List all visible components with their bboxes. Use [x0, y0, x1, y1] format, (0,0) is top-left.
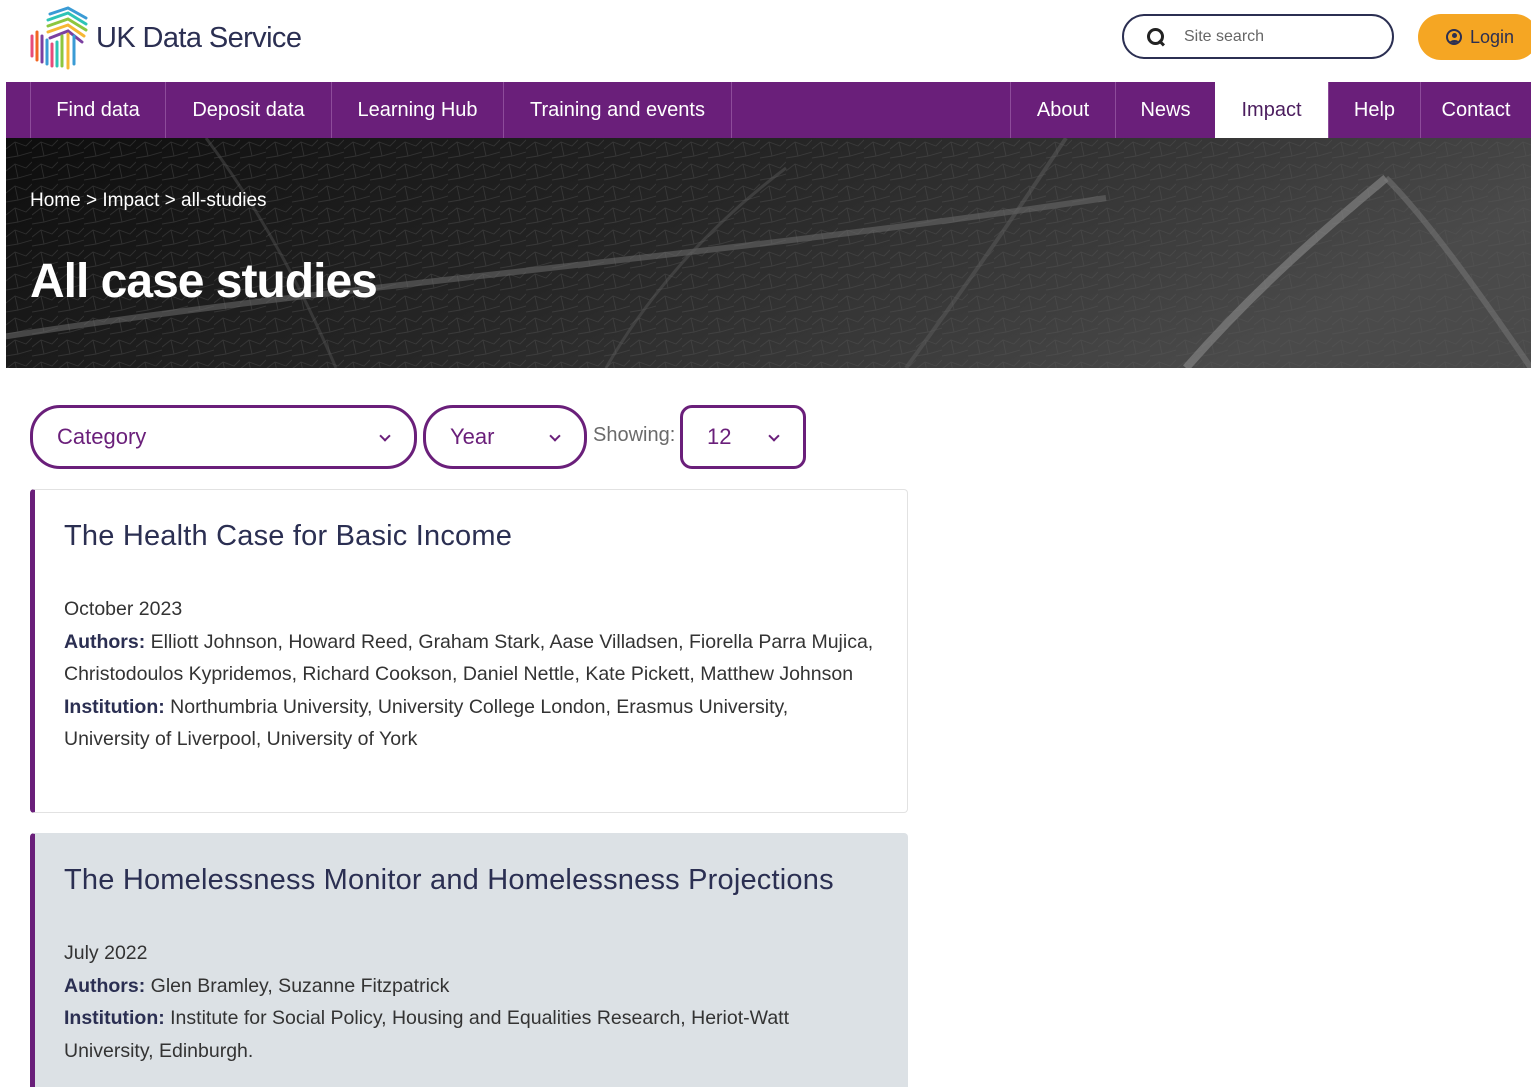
authors-label: Authors:: [64, 630, 146, 653]
case-study-title[interactable]: The Health Case for Basic Income: [64, 520, 877, 553]
nav-item-help[interactable]: Help: [1328, 82, 1420, 138]
nav-item-impact[interactable]: Impact: [1215, 82, 1328, 138]
hero-banner: Home > Impact > all-studies All case stu…: [6, 138, 1531, 368]
year-select[interactable]: Year: [423, 405, 587, 469]
case-study-details: July 2022 Authors: Glen Bramley, Suzanne…: [64, 937, 877, 1067]
case-study-date: October 2023: [64, 598, 183, 620]
case-study-date: July 2022: [64, 942, 148, 964]
logo-icon: [30, 6, 88, 70]
year-select-label: Year: [450, 424, 495, 449]
showing-count-value: 12: [707, 424, 732, 449]
nav-item-contact[interactable]: Contact: [1420, 82, 1531, 138]
case-study-authors: Authors: Elliott Johnson, Howard Reed, G…: [64, 626, 877, 691]
institution-value: Northumbria University, University Colle…: [64, 695, 789, 751]
institution-label: Institution:: [64, 695, 165, 718]
login-label: Login: [1470, 26, 1515, 47]
chevron-down-icon: [380, 433, 390, 443]
authors-value: Elliott Johnson, Howard Reed, Graham Sta…: [64, 630, 874, 686]
showing-label: Showing:: [593, 424, 676, 446]
institution-label: Institution:: [64, 1007, 165, 1029]
nav-item-find-data[interactable]: Find data: [30, 82, 165, 138]
search-icon[interactable]: [1146, 27, 1166, 47]
site-logo[interactable]: UK Data Service: [28, 6, 302, 70]
category-select[interactable]: Category: [30, 405, 417, 469]
nav-item-training-events[interactable]: Training and events: [503, 82, 732, 138]
search-input[interactable]: [1184, 27, 1384, 46]
leaf-texture-background: [6, 138, 1531, 368]
page-title: All case studies: [30, 255, 378, 308]
showing-count-select[interactable]: 12: [680, 405, 806, 469]
nav-item-news[interactable]: News: [1115, 82, 1215, 138]
category-select-label: Category: [57, 424, 147, 449]
case-study-title[interactable]: The Homelessness Monitor and Homelessnes…: [64, 864, 877, 897]
institution-value: Institute for Social Policy, Housing and…: [64, 1007, 789, 1062]
main-nav: Find data Deposit data Learning Hub Trai…: [6, 82, 1531, 138]
site-search-box[interactable]: [1122, 14, 1394, 59]
case-study-card[interactable]: The Homelessness Monitor and Homelessnes…: [30, 833, 908, 1087]
logo-text: UK Data Service: [96, 21, 302, 54]
case-study-details: October 2023 Authors: Elliott Johnson, H…: [64, 593, 877, 756]
chevron-down-icon: [769, 433, 779, 443]
case-study-authors: Authors: Glen Bramley, Suzanne Fitzpatri…: [64, 970, 877, 1003]
user-icon: [1446, 29, 1462, 45]
chevron-down-icon: [550, 433, 560, 443]
nav-item-learning-hub[interactable]: Learning Hub: [331, 82, 503, 138]
login-button[interactable]: Login: [1418, 14, 1531, 60]
case-study-institution: Institution: Institute for Social Policy…: [64, 1002, 877, 1067]
case-study-card[interactable]: The Health Case for Basic Income October…: [30, 489, 908, 813]
nav-item-about[interactable]: About: [1010, 82, 1115, 138]
site-header: UK Data Service Login: [0, 0, 1531, 82]
nav-item-deposit-data[interactable]: Deposit data: [165, 82, 331, 138]
case-study-institution: Institution: Northumbria University, Uni…: [64, 691, 877, 756]
authors-label: Authors:: [64, 974, 146, 997]
breadcrumb[interactable]: Home > Impact > all-studies: [30, 190, 267, 212]
authors-value: Glen Bramley, Suzanne Fitzpatrick: [150, 974, 450, 997]
